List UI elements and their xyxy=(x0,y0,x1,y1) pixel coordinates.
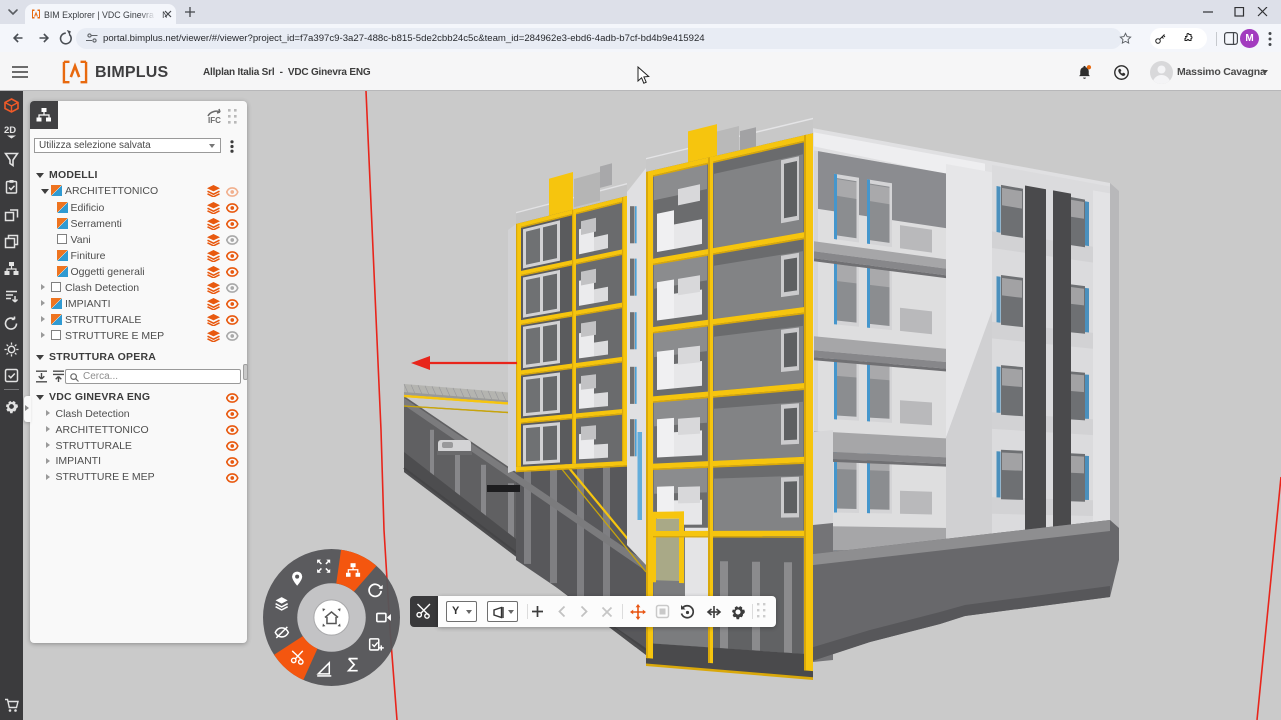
svg-text:2D: 2D xyxy=(4,125,16,136)
svg-text:IFC: IFC xyxy=(208,116,221,125)
